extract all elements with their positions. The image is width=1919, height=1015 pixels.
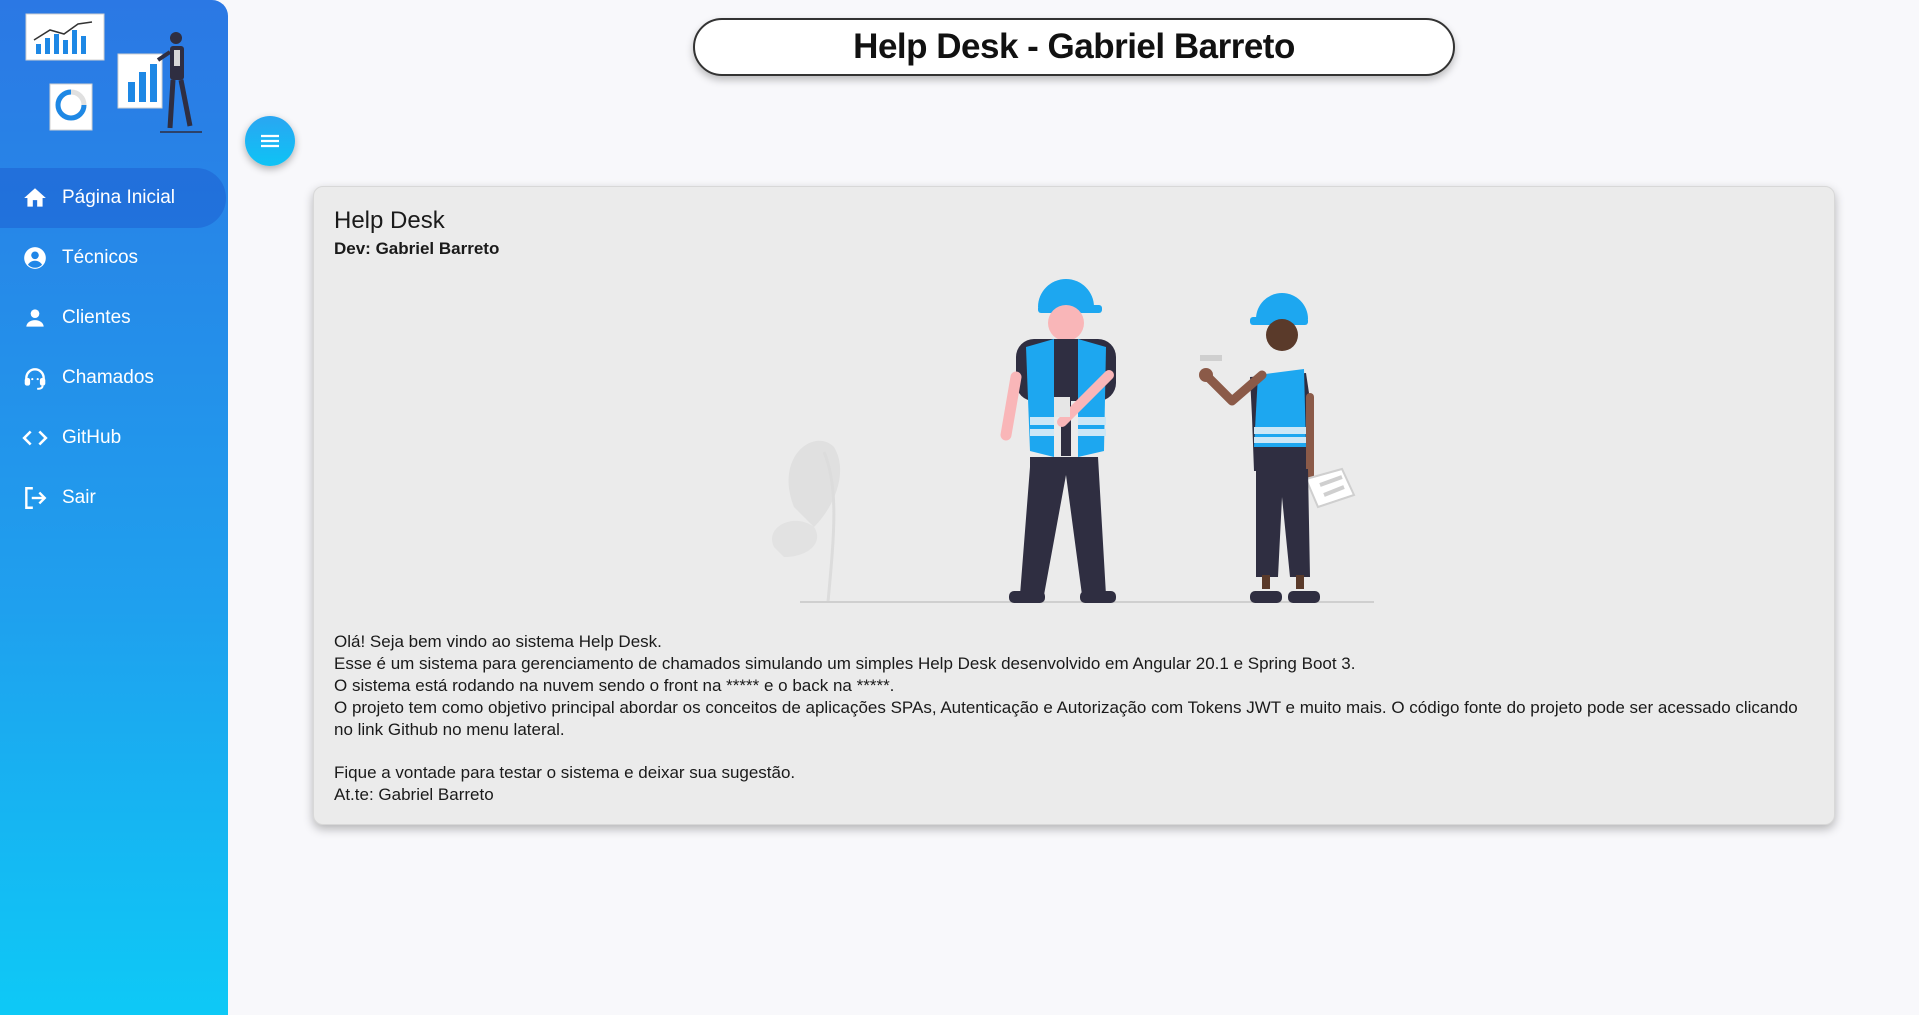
headset-icon	[22, 365, 48, 391]
welcome-paragraph: O sistema está rodando na nuvem sendo o …	[334, 676, 895, 695]
menu-toggle-button[interactable]	[245, 116, 295, 166]
sidebar-item-label: Sair	[62, 487, 96, 508]
sidebar: Página Inicial Técnicos Clientes Chamado…	[0, 0, 228, 1015]
sidebar-item-label: Página Inicial	[62, 187, 176, 208]
welcome-paragraph: O projeto tem como objetivo principal ab…	[334, 698, 1798, 739]
sidebar-nav: Página Inicial Técnicos Clientes Chamado…	[0, 168, 228, 528]
code-icon	[22, 425, 48, 451]
card-subtitle: Dev: Gabriel Barreto	[334, 239, 500, 258]
sidebar-item-pagina-inicial[interactable]: Página Inicial	[0, 168, 226, 228]
sidebar-item-label: Técnicos	[62, 247, 139, 268]
page-title-banner: Help Desk - Gabriel Barreto	[693, 18, 1455, 76]
sidebar-item-label: GitHub	[62, 427, 122, 448]
closing-line: Fique a vontade para testar o sistema e …	[334, 763, 796, 782]
person-icon	[22, 305, 48, 331]
sidebar-item-label: Clientes	[62, 307, 131, 328]
dashboard-illustration	[25, 13, 202, 133]
welcome-paragraph: Esse é um sistema para gerenciamento de …	[334, 654, 1356, 673]
hamburger-menu-icon	[261, 134, 279, 148]
card-title: Help Desk	[334, 207, 445, 234]
logout-icon	[22, 485, 48, 511]
sidebar-item-label: Chamados	[62, 367, 154, 388]
sidebar-item-github[interactable]: GitHub	[0, 408, 226, 468]
page-title: Help Desk - Gabriel Barreto	[853, 27, 1295, 66]
welcome-paragraph: Olá! Seja bem vindo ao sistema Help Desk…	[334, 632, 662, 651]
sidebar-item-chamados[interactable]: Chamados	[0, 348, 226, 408]
welcome-card: Help Desk Dev: Gabriel Barreto Olá! Seja…	[313, 186, 1835, 825]
home-icon	[22, 185, 48, 211]
account-circle-icon	[22, 245, 48, 271]
sidebar-item-tecnicos[interactable]: Técnicos	[0, 228, 226, 288]
signature-line: At.te: Gabriel Barreto	[334, 785, 494, 804]
sidebar-item-clientes[interactable]: Clientes	[0, 288, 226, 348]
workers-illustration	[772, 279, 1374, 603]
sidebar-item-sair[interactable]: Sair	[0, 468, 226, 528]
welcome-text: Olá! Seja bem vindo ao sistema Help Desk…	[334, 631, 1814, 806]
